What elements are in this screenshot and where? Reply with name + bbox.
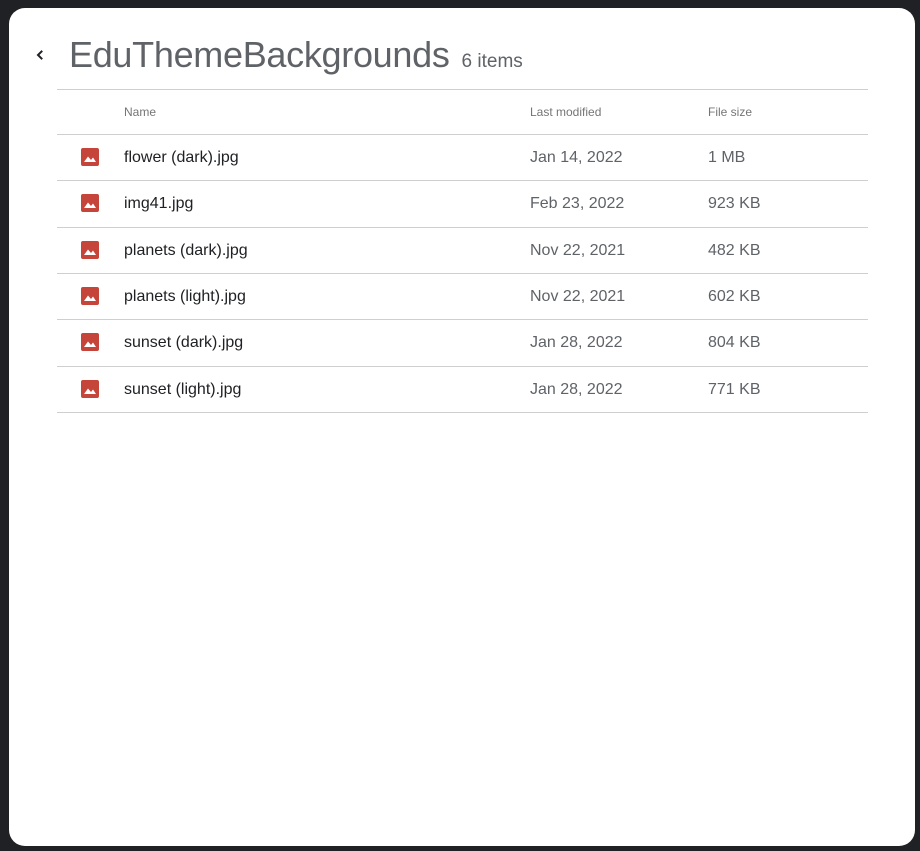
file-modified: Nov 22, 2021	[530, 241, 626, 259]
table-row[interactable]: flower (dark).jpg Jan 14, 2022 1 MB	[57, 135, 868, 182]
column-header-name[interactable]: Name	[124, 90, 156, 135]
file-name: planets (dark).jpg	[124, 241, 248, 259]
chevron-left-icon	[36, 50, 43, 60]
title-area: EduThemeBackgrounds 6 items	[69, 34, 523, 76]
table-row[interactable]: sunset (light).jpg Jan 28, 2022 771 KB	[57, 367, 868, 413]
file-modified: Jan 28, 2022	[530, 334, 623, 352]
item-count: 6 items	[461, 51, 523, 72]
header: EduThemeBackgrounds 6 items	[9, 8, 915, 90]
table-row[interactable]: planets (dark).jpg Nov 22, 2021 482 KB	[57, 228, 868, 274]
file-modified: Jan 28, 2022	[530, 380, 623, 398]
column-header-last-modified[interactable]: Last modified	[530, 90, 601, 135]
file-modified: Jan 14, 2022	[530, 149, 623, 166]
file-name: planets (light).jpg	[124, 287, 246, 305]
image-file-icon	[81, 333, 99, 352]
column-header-file-size[interactable]: File size	[708, 90, 752, 135]
file-name: sunset (dark).jpg	[124, 334, 244, 352]
image-file-icon	[81, 286, 99, 305]
file-size: 602 KB	[708, 287, 761, 305]
file-modified: Feb 23, 2022	[530, 195, 625, 213]
table-row[interactable]: img41.jpg Feb 23, 2022 923 KB	[57, 181, 868, 228]
file-size: 923 KB	[708, 195, 761, 213]
file-name: sunset (light).jpg	[124, 380, 242, 398]
file-name: img41.jpg	[124, 195, 194, 213]
back-button[interactable]	[29, 44, 51, 66]
file-table: Name Last modified File size flower (dar…	[57, 89, 868, 413]
file-size: 771 KB	[708, 380, 761, 398]
image-file-icon	[81, 148, 99, 166]
file-size: 1 MB	[708, 149, 746, 166]
table-header: Name Last modified File size	[57, 89, 868, 135]
file-name: flower (dark).jpg	[124, 149, 239, 166]
file-browser-window: EduThemeBackgrounds 6 items Name Last mo…	[9, 8, 915, 846]
folder-title: EduThemeBackgrounds	[69, 34, 450, 75]
file-size: 804 KB	[708, 334, 761, 352]
table-row[interactable]: sunset (dark).jpg Jan 28, 2022 804 KB	[57, 320, 868, 367]
image-file-icon	[81, 194, 99, 213]
file-modified: Nov 22, 2021	[530, 287, 626, 305]
image-file-icon	[81, 379, 99, 398]
table-row[interactable]: planets (light).jpg Nov 22, 2021 602 KB	[57, 274, 868, 321]
file-size: 482 KB	[708, 241, 761, 259]
image-file-icon	[81, 240, 99, 259]
